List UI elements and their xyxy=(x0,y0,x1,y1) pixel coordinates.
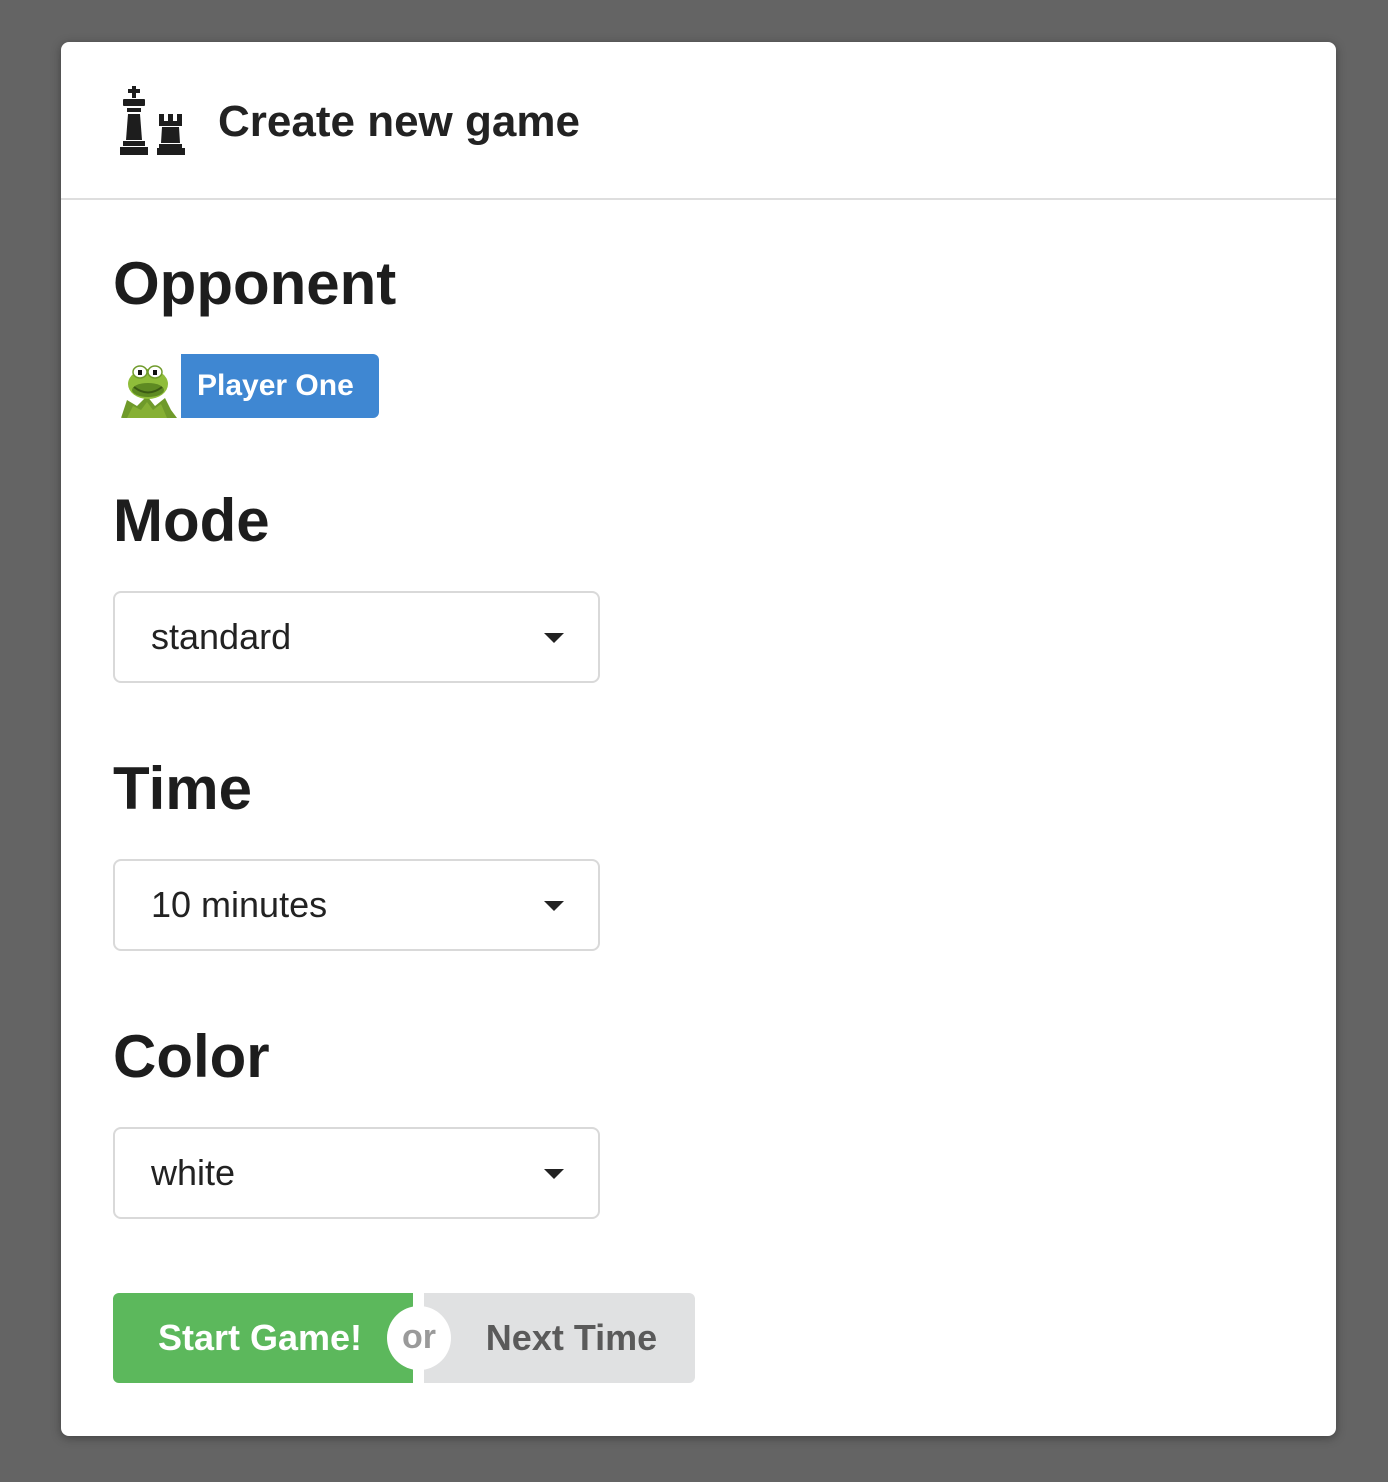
color-heading: Color xyxy=(113,1023,270,1090)
chevron-down-icon xyxy=(544,633,564,643)
color-select-value: white xyxy=(151,1152,236,1193)
chevron-down-icon xyxy=(544,1169,564,1179)
or-divider: or xyxy=(387,1306,451,1370)
time-select[interactable]: 10 minutes xyxy=(113,859,600,951)
color-select[interactable]: white xyxy=(113,1127,600,1219)
time-select-value: 10 minutes xyxy=(151,884,328,925)
frog-avatar-icon xyxy=(117,354,181,418)
mode-select-value: standard xyxy=(151,616,292,657)
start-game-button[interactable]: Start Game! xyxy=(113,1293,413,1383)
avatar xyxy=(117,354,181,418)
next-time-button[interactable]: Next Time xyxy=(424,1293,695,1383)
modal-header: Create new game xyxy=(61,42,1336,200)
mode-heading: Mode xyxy=(113,487,270,554)
opponent-chip[interactable]: Player One xyxy=(117,354,379,418)
opponent-name: Player One xyxy=(181,354,379,418)
modal-title: Create new game xyxy=(218,97,580,146)
chess-pieces-icon xyxy=(117,86,187,156)
mode-select[interactable]: standard xyxy=(113,591,600,683)
action-button-group: Start Game! Next Time or xyxy=(113,1293,695,1383)
create-game-modal: Create new game Opponent Player One Mode xyxy=(61,42,1336,1436)
chevron-down-icon xyxy=(544,901,564,911)
time-heading: Time xyxy=(113,755,252,822)
opponent-heading: Opponent xyxy=(113,250,397,317)
